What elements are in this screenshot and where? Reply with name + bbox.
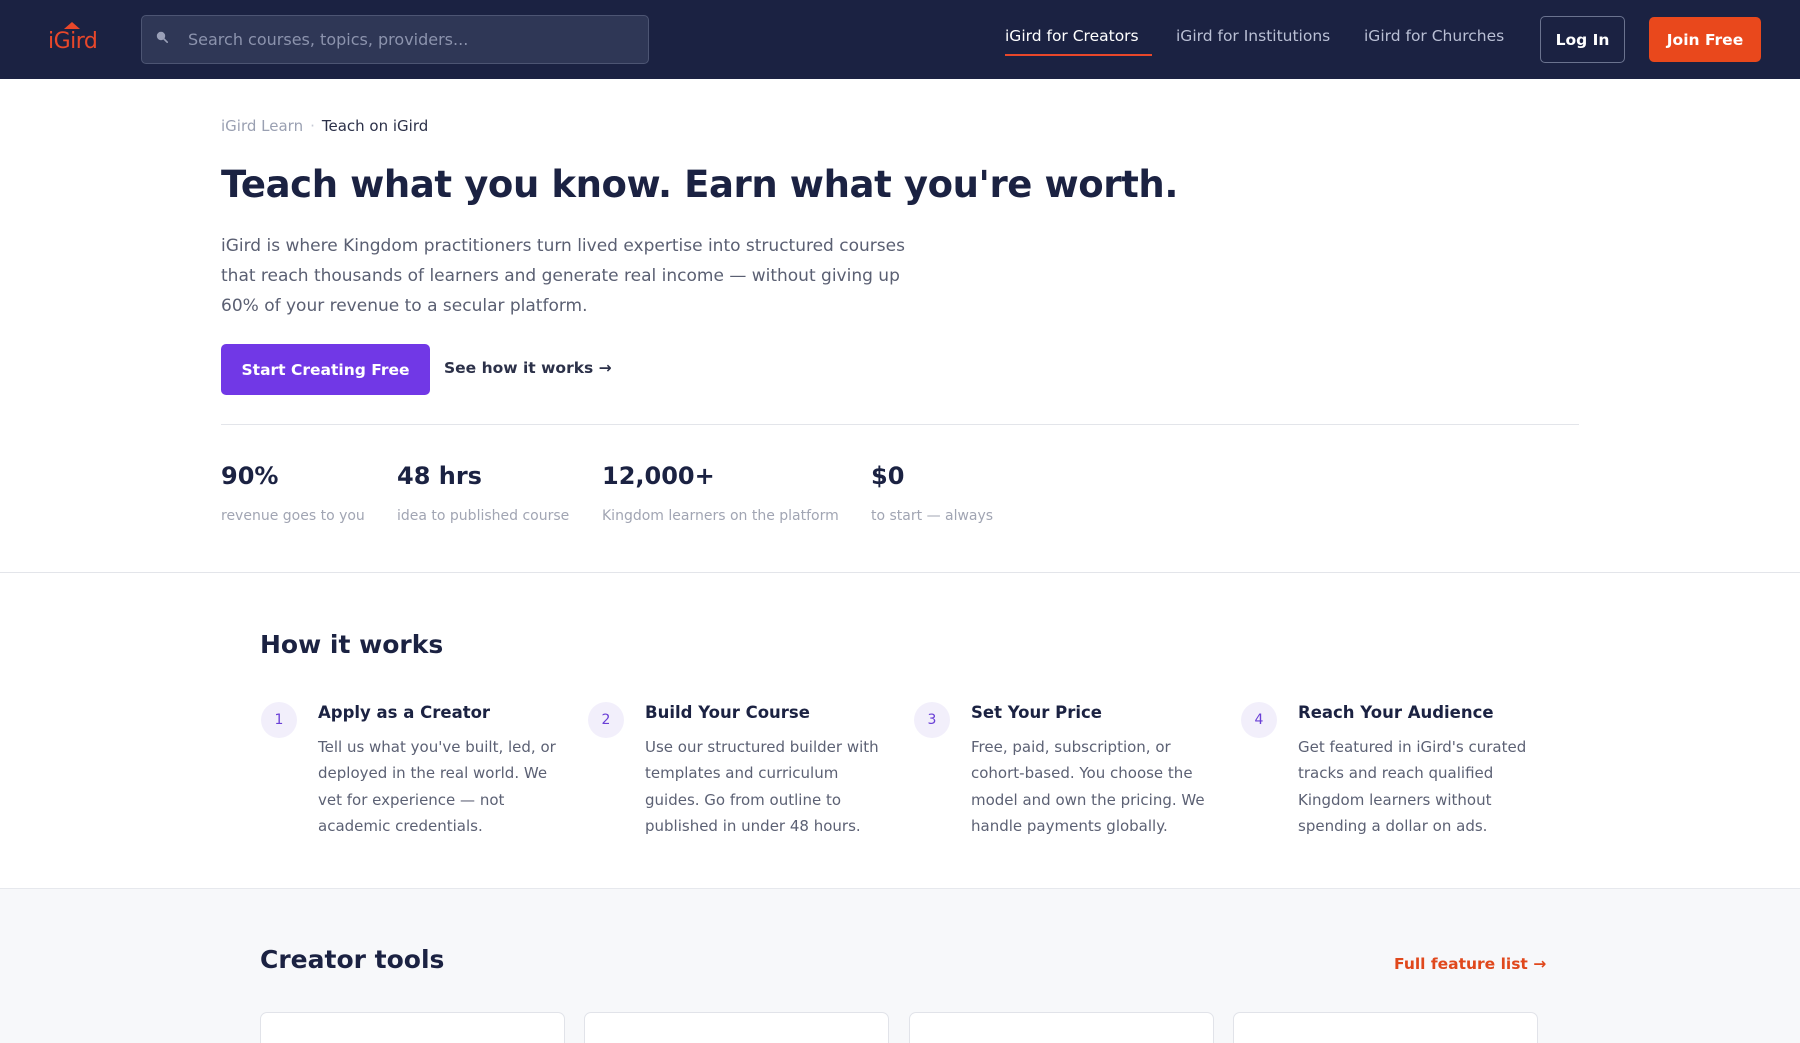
top-navigation-bar: iGird iGird for Creators iGird for Insti…	[0, 0, 1800, 79]
stat-label: idea to published course	[397, 508, 570, 524]
divider	[221, 424, 1579, 425]
breadcrumb-current-page: Teach on iGird	[321, 117, 429, 135]
how-it-works-heading: How it works	[260, 630, 444, 659]
nav-igird-for-institutions[interactable]: iGird for Institutions	[1176, 27, 1330, 45]
nav-igird-for-churches[interactable]: iGird for Churches	[1364, 27, 1504, 45]
stat-value: $0	[871, 462, 905, 490]
step-number-badge: 2	[588, 702, 624, 738]
step-description: Tell us what you've built, led, or deplo…	[318, 738, 556, 836]
tool-card[interactable]	[1233, 1012, 1538, 1043]
tool-card[interactable]	[260, 1012, 565, 1043]
nav-igird-for-creators[interactable]: iGird for Creators	[1005, 27, 1139, 45]
logo-text: iGird	[48, 29, 98, 54]
active-nav-indicator	[1005, 54, 1152, 56]
step-number-badge: 3	[914, 702, 950, 738]
search-input[interactable]	[188, 16, 628, 63]
see-how-it-works-link[interactable]: See how it works →	[444, 359, 612, 377]
step-number-badge: 4	[1241, 702, 1277, 738]
creator-tools-heading: Creator tools	[260, 945, 445, 974]
breadcrumb-separator: ·	[310, 117, 315, 135]
house-roof-icon	[64, 22, 80, 29]
stat-value: 12,000+	[602, 462, 715, 490]
search-box[interactable]	[141, 15, 649, 64]
step-description: Get featured in iGird's curated tracks a…	[1298, 738, 1527, 836]
join-free-button[interactable]: Join Free	[1649, 17, 1761, 62]
step-title: Reach Your Audience	[1298, 703, 1494, 722]
page-title: Teach what you know. Earn what you're wo…	[221, 163, 1179, 206]
step-title: Apply as a Creator	[318, 703, 491, 722]
step-title: Build Your Course	[645, 703, 810, 722]
full-feature-list-link[interactable]: Full feature list →	[1394, 955, 1546, 973]
breadcrumb: iGird Learn · Teach on iGird	[221, 117, 428, 135]
hero-description: iGird is where Kingdom practitioners tur…	[221, 236, 905, 316]
stat-value: 48 hrs	[397, 462, 482, 490]
step-title: Set Your Price	[971, 703, 1102, 722]
igird-logo[interactable]: iGird	[48, 22, 100, 56]
search-icon	[156, 31, 168, 43]
stat-label: to start — always	[871, 508, 994, 524]
step-number-badge: 1	[261, 702, 297, 738]
breadcrumb-igird-learn[interactable]: iGird Learn	[221, 117, 303, 135]
stat-label: Kingdom learners on the platform	[602, 508, 839, 524]
step-description: Free, paid, subscription, or cohort-base…	[971, 738, 1205, 836]
tool-card[interactable]	[584, 1012, 889, 1043]
log-in-button[interactable]: Log In	[1540, 16, 1625, 63]
start-creating-free-button[interactable]: Start Creating Free	[221, 344, 430, 395]
stat-label: revenue goes to you	[221, 508, 365, 524]
section-divider	[0, 572, 1800, 573]
tool-card[interactable]	[909, 1012, 1214, 1043]
step-description: Use our structured builder with template…	[645, 738, 879, 836]
stat-value: 90%	[221, 462, 279, 490]
